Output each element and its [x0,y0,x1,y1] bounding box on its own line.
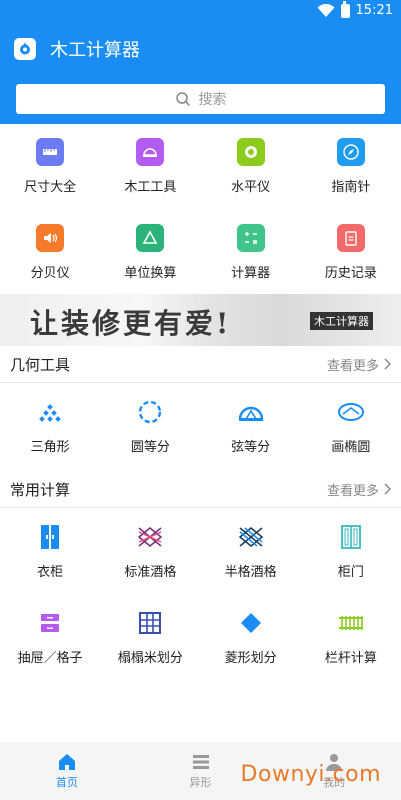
common-section-header: 常用计算 查看更多 [0,471,401,507]
wifi-icon [317,3,335,17]
calc-half-wine-rack[interactable]: 半格酒格 [201,523,301,580]
search-placeholder: 搜索 [198,92,227,108]
watermark: Downyi.com [240,762,381,787]
app-title: 木工计算器 [50,40,140,61]
geometry-label: 弦等分 [231,440,271,455]
tool-label: 指南针 [331,180,371,195]
calculator-icon [236,224,265,252]
tool-history[interactable]: 历史记录 [301,224,401,281]
battery-icon [340,0,350,18]
search-icon [175,92,190,107]
tool-label: 尺寸大全 [24,180,77,195]
tool-size-catalog[interactable]: 尺寸大全 [0,138,100,195]
diamond-icon [237,609,265,637]
section-title: 几何工具 [10,355,71,374]
status-time: 15:21 [355,3,393,18]
app-header: 15:21 木工计算器 搜索 [0,0,401,124]
geometry-chord-divide[interactable]: 弦等分 [201,398,301,455]
calc-standard-wine-rack[interactable]: 标准酒格 [100,523,200,580]
tool-level[interactable]: 水平仪 [201,138,301,195]
calc-label: 标准酒格 [124,565,177,580]
calc-label: 柜门 [337,565,364,580]
circle-divide-icon [136,398,164,426]
chevron-right-icon [384,358,391,370]
tool-decibel-meter[interactable]: 分贝仪 [0,224,100,281]
tool-carpentry-tools[interactable]: 木工工具 [100,138,200,195]
toolbox-icon [136,138,165,166]
app-bar: 木工计算器 [14,36,140,62]
list-icon [192,755,209,769]
calc-label: 衣柜 [37,565,64,580]
tool-label: 计算器 [231,266,271,281]
geometry-label: 三角形 [30,440,70,455]
app-logo-icon [14,38,36,60]
wine-rack-icon [136,523,164,551]
clipboard-icon [336,224,365,252]
geometry-label: 画椭圆 [331,440,371,455]
tab-label: 异形 [189,776,212,789]
geometry-circle-divide[interactable]: 圆等分 [100,398,200,455]
tab-home[interactable]: 首页 [0,742,134,800]
tool-label: 水平仪 [231,180,271,195]
ellipse-icon [337,398,365,426]
calc-tatami-division[interactable]: 榻榻米划分 [100,609,200,666]
tool-label: 木工工具 [124,180,177,195]
common-row-1: 衣柜 标准酒格 半格酒格 柜门 [0,523,401,580]
tab-label: 首页 [55,776,78,789]
geometry-section-header: 几何工具 查看更多 [0,346,401,382]
calc-label: 半格酒格 [224,565,277,580]
calc-label: 栏杆计算 [324,651,377,666]
ruler-icon [36,138,65,166]
common-see-more-link[interactable]: 查看更多 [327,480,391,499]
tatami-icon [136,609,164,637]
calc-wardrobe[interactable]: 衣柜 [0,523,100,580]
home-icon [58,754,75,770]
status-bar: 15:21 [0,0,401,24]
common-row-2: 抽屉／格子 榻榻米划分 菱形划分 栏杆计算 [0,609,401,666]
wardrobe-icon [36,523,64,551]
calc-label: 菱形划分 [224,651,277,666]
calc-railing[interactable]: 栏杆计算 [301,609,401,666]
tool-label: 历史记录 [324,266,377,281]
geometry-triangle[interactable]: 三角形 [0,398,100,455]
banner-tag: 木工计算器 [310,312,373,330]
calc-label: 榻榻米划分 [117,651,183,666]
banner-slogan: 让装修更有爱! [30,307,232,340]
level-icon [236,138,265,166]
triangle-recycle-icon [136,224,165,252]
geometry-label: 圆等分 [130,440,170,455]
drawer-icon [36,609,64,637]
tool-unit-conversion[interactable]: 单位换算 [100,224,200,281]
railing-icon [337,609,365,637]
tools-row-1: 尺寸大全 木工工具 水平仪 指南针 [0,138,401,195]
search-input[interactable]: 搜索 [16,84,385,114]
tool-calculator[interactable]: 计算器 [201,224,301,281]
chevron-right-icon [384,483,391,495]
calc-drawer-grid[interactable]: 抽屉／格子 [0,609,100,666]
compass-icon [336,138,365,166]
divider [0,507,401,508]
calc-label: 抽屉／格子 [17,651,83,666]
geometry-row: 三角形 圆等分 弦等分 画椭圆 [0,398,401,455]
calc-diamond-division[interactable]: 菱形划分 [201,609,301,666]
geometry-draw-ellipse[interactable]: 画椭圆 [301,398,401,455]
half-wine-rack-icon [237,523,265,551]
tool-label: 分贝仪 [30,266,70,281]
tool-compass[interactable]: 指南针 [301,138,401,195]
cabinet-door-icon [337,523,365,551]
status-icons: 15:21 [317,0,393,18]
tool-label: 单位换算 [124,266,177,281]
triangle-icon [36,398,64,426]
geometry-see-more-link[interactable]: 查看更多 [327,355,391,374]
tools-row-2: 分贝仪 单位换算 计算器 历史记录 [0,224,401,281]
section-title: 常用计算 [10,480,71,499]
chord-icon [237,398,265,426]
speaker-icon [36,224,65,252]
calc-cabinet-door[interactable]: 柜门 [301,523,401,580]
see-more-label: 查看更多 [326,358,379,374]
see-more-label: 查看更多 [326,483,379,499]
divider [0,382,401,383]
promo-banner[interactable]: 让装修更有爱! 木工计算器 [0,294,401,346]
